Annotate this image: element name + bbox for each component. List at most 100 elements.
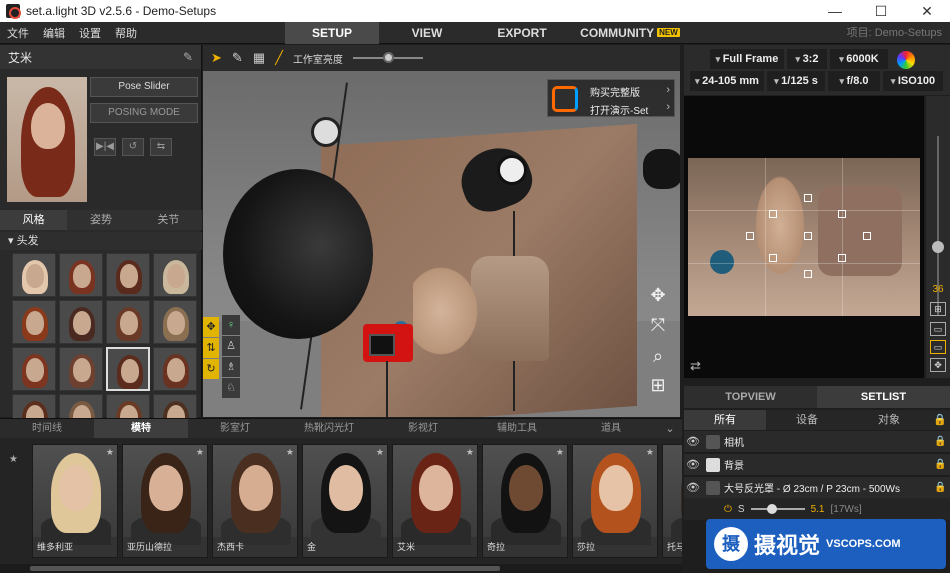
pose-slider-button[interactable]: Pose Slider [90,77,198,97]
favorite-star-icon[interactable]: ★ [556,447,564,458]
tab-setup[interactable]: SETUP [285,22,379,44]
hair-style-option[interactable] [153,347,197,391]
ratio-select[interactable]: 3:2 [787,49,827,69]
filter-equipment[interactable]: 设备 [766,410,848,430]
aperture-select[interactable]: f/8.0 [828,71,880,91]
model-card[interactable]: ★ 艾米 [392,444,478,558]
tab-export[interactable]: EXPORT [475,22,569,44]
pan-icon[interactable]: ⤧ [646,313,670,337]
hair-style-option[interactable] [106,253,150,297]
sensor-select[interactable]: Full Frame [710,49,784,69]
large-softbox[interactable] [223,169,373,339]
rotate-icon[interactable]: ↻ [203,359,219,379]
zoom-slider-knob[interactable] [932,241,944,253]
tab-film-lights[interactable]: 影视灯 [376,419,470,438]
scrollbar-thumb[interactable] [30,566,500,571]
favorite-star-icon[interactable]: ★ [286,447,294,458]
setlist-row-camera[interactable]: 👁 相机 🔒 [684,431,950,453]
mirror-icon[interactable]: ▶|◀ [94,138,116,156]
minimize-button[interactable]: — [812,3,858,20]
lock-icon[interactable]: 🔒 [934,459,950,470]
brightness-slider-knob[interactable] [382,52,394,63]
buy-full-link[interactable]: 购买完整版 [590,84,640,99]
tab-models[interactable]: 模特 [94,419,188,438]
eye-icon[interactable]: 👁 [684,435,702,448]
lock-icon[interactable]: 🔒 [934,482,950,493]
shutter-select[interactable]: 1/125 s [767,71,825,91]
tab-setlist[interactable]: SETLIST [817,386,950,408]
model-card[interactable]: ★ 莎拉 [572,444,658,558]
zoom-icon[interactable]: ⌕ [646,344,670,368]
tab-community[interactable]: COMMUNITY NEW [570,22,690,44]
tab-view[interactable]: VIEW [380,22,474,44]
iso-select[interactable]: ISO100 [883,71,943,91]
menu-help[interactable]: 帮助 [108,25,144,41]
subtab-style[interactable]: 风格 [0,210,68,230]
tab-studio-lights[interactable]: 影室灯 [188,419,282,438]
swap-view-icon[interactable]: ⇄ [690,358,701,374]
pose-sit-icon[interactable]: ♗ [222,357,240,377]
model-card[interactable]: ★ 金 [302,444,388,558]
collapse-icon[interactable]: ⌄ [658,419,682,438]
tab-timeline[interactable]: 时间线 [0,419,94,438]
favorite-star-icon[interactable]: ★ [466,447,474,458]
favorite-star-icon[interactable]: ★ [646,447,654,458]
power-icon[interactable]: ⏻ [724,504,732,515]
tab-topview[interactable]: TOPVIEW [684,386,817,408]
hair-style-option[interactable] [12,300,56,344]
pose-stand-icon[interactable]: ♀ [222,315,240,335]
library-scrollbar[interactable] [0,564,682,573]
line-icon[interactable]: ╱ [275,50,283,66]
model-card[interactable]: ★托马 [662,444,682,558]
maximize-button[interactable]: ☐ [858,3,904,20]
navigate-icon[interactable]: ✥ [930,358,946,372]
power-slider[interactable] [750,504,805,514]
select-arrow-icon[interactable]: ➤ [211,50,222,66]
pose-reset-icon[interactable]: ↺ [122,138,144,156]
model-card[interactable]: ★ 杰西卡 [212,444,298,558]
camera-preview[interactable] [688,158,920,316]
tab-speedlights[interactable]: 热靴闪光灯 [282,419,376,438]
move-icon[interactable]: ✥ [203,317,219,337]
studio-viewport[interactable]: 购买完整版 打开演示-Set › › ✥ ⤧ ⌕ ⊞ ✥ ⇅ ↻ ♀ ♙ ♗ ♘ [203,71,680,417]
posing-mode-button[interactable]: POSING MODE [90,103,198,123]
hair-style-option[interactable] [59,347,103,391]
grid-icon[interactable]: ▦ [253,50,265,66]
model-card[interactable]: ★ 奇拉 [482,444,568,558]
camera-object[interactable] [363,324,413,362]
hair-style-option[interactable] [106,347,150,391]
lock-icon[interactable]: 🔒 [930,410,950,430]
lock-icon[interactable]: 🔒 [934,436,950,447]
pin-icon[interactable]: ✎ [183,50,193,64]
model-card[interactable]: ★ 维多利亚 [32,444,118,558]
model-card[interactable]: ★ 亚历山德拉 [122,444,208,558]
menu-settings[interactable]: 设置 [72,25,108,41]
open-demo-link[interactable]: 打开演示-Set [590,102,648,117]
setlist-row-light[interactable]: 👁 大号反光罩 - Ø 23cm / P 23cm - 500Ws 🔒 [684,477,950,499]
ruler-icon[interactable]: ▭ [930,322,946,336]
brightness-slider[interactable] [352,52,423,63]
lens-select[interactable]: 24-105 mm [690,71,764,91]
tab-props[interactable]: 道具 [564,419,658,438]
orbit-icon[interactable]: ✥ [646,283,670,307]
frame-icon[interactable]: ⊞ [930,302,946,316]
hair-style-option[interactable] [59,300,103,344]
favorite-star-icon[interactable]: ★ [106,447,114,458]
white-balance-select[interactable]: 6000K [830,49,888,69]
hair-style-option[interactable] [59,253,103,297]
hair-style-option[interactable] [12,253,56,297]
fit-view-icon[interactable]: ⊞ [646,373,670,397]
favorite-star-icon[interactable]: ★ [376,447,384,458]
hair-style-option[interactable] [12,347,56,391]
tab-tools[interactable]: 辅助工具 [470,419,564,438]
model-figure[interactable] [413,261,483,361]
setlist-row-background[interactable]: 👁 背景 🔒 [684,454,950,476]
hair-style-option[interactable] [153,300,197,344]
height-icon[interactable]: ⇅ [203,338,219,358]
favorite-star-icon[interactable]: ★ [196,447,204,458]
favorites-star-icon[interactable]: ★ [9,454,18,465]
hair-section-header[interactable]: ▾ 头发 [0,232,202,250]
subtab-joints[interactable]: 关节 [135,210,202,230]
pose-walk-icon[interactable]: ♙ [222,336,240,356]
hair-style-option[interactable] [106,300,150,344]
